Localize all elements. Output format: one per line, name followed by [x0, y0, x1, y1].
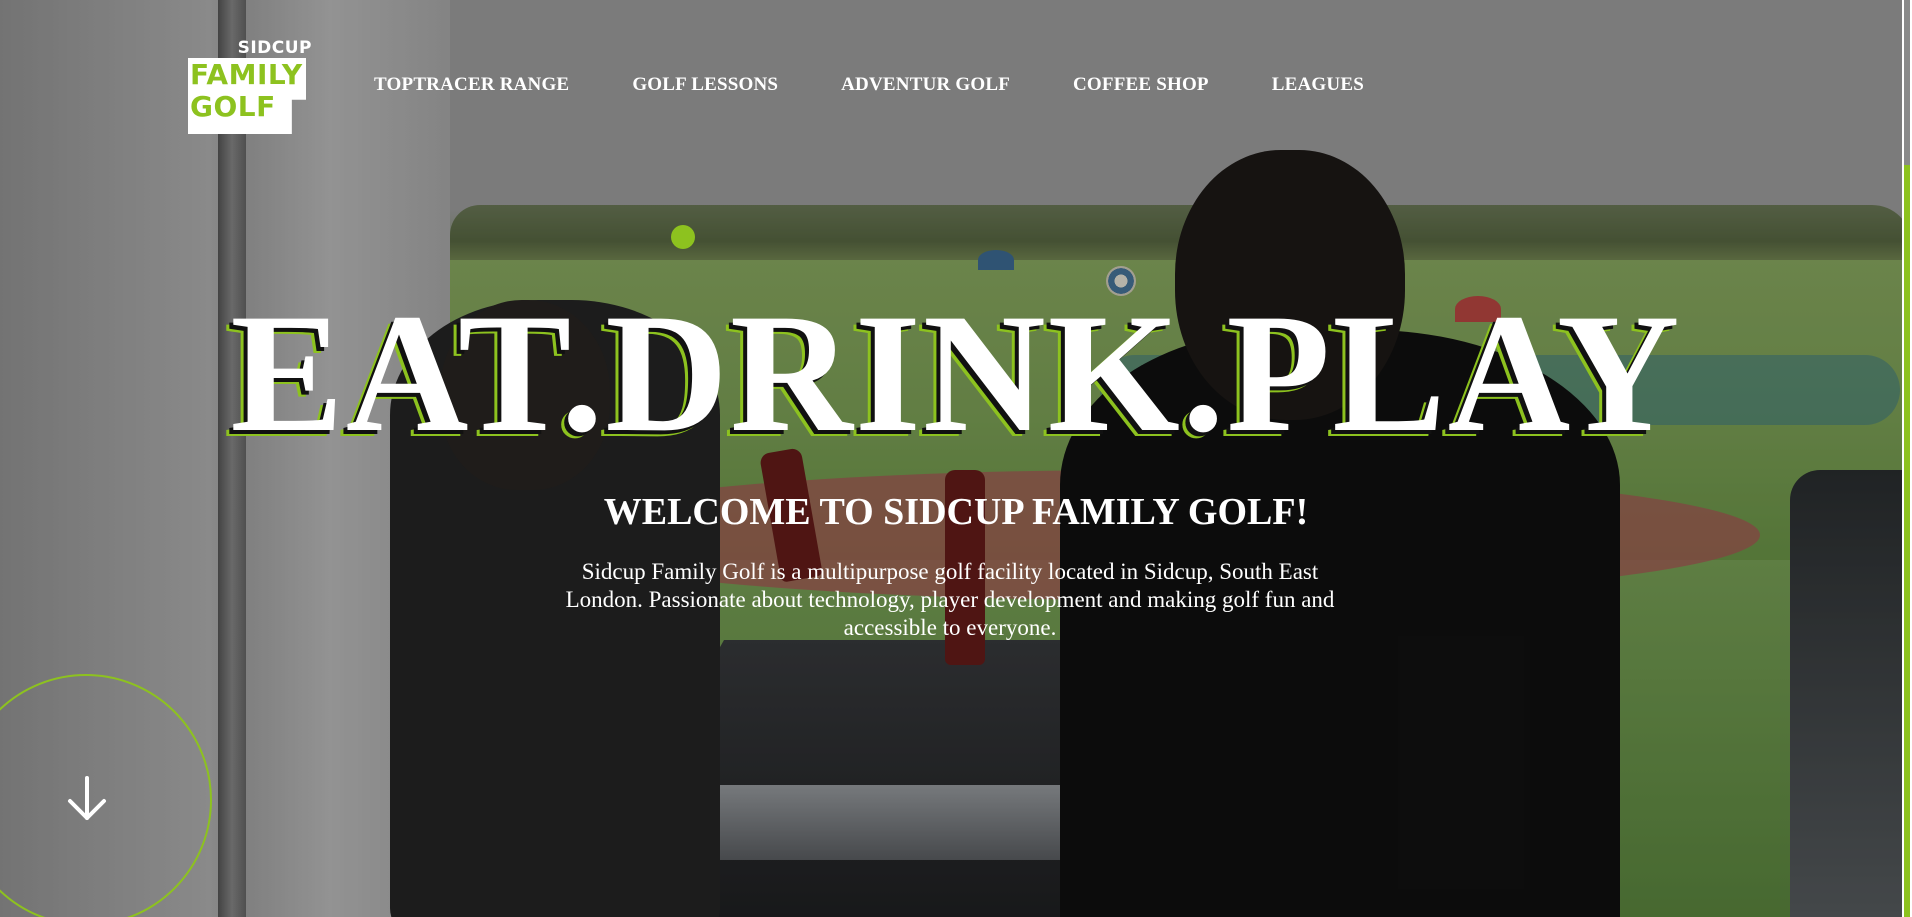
- logo-text-family: FAMILY: [190, 58, 303, 91]
- nav-golf-lessons[interactable]: GOLF LESSONS: [632, 74, 778, 96]
- hero-title: EAT.DRINK.PLAY: [230, 279, 1682, 467]
- scrollbar-upper: [1904, 0, 1910, 165]
- scrollbar-thumb[interactable]: [1904, 165, 1910, 917]
- nav-coffee-shop[interactable]: COFFEE SHOP: [1073, 74, 1209, 96]
- nav-leagues[interactable]: LEAGUES: [1272, 74, 1364, 96]
- logo-text-golf: GOLF: [190, 90, 276, 123]
- nav-toptracer-range[interactable]: TOPTRACER RANGE: [374, 74, 569, 96]
- logo-text-top: SIDCUP: [237, 38, 312, 58]
- arrow-down-icon[interactable]: [62, 774, 112, 824]
- nav-adventur-golf[interactable]: ADVENTUR GOLF: [841, 74, 1010, 96]
- main-nav: TOPTRACER RANGE GOLF LESSONS ADVENTUR GO…: [374, 74, 1364, 96]
- hero-description: Sidcup Family Golf is a multipurpose gol…: [565, 559, 1335, 640]
- site-logo[interactable]: SIDCUP FAMILY GOLF: [186, 38, 314, 134]
- decorative-dot: [671, 225, 695, 249]
- hero-subtitle: WELCOME TO SIDCUP FAMILY GOLF!: [603, 491, 1309, 533]
